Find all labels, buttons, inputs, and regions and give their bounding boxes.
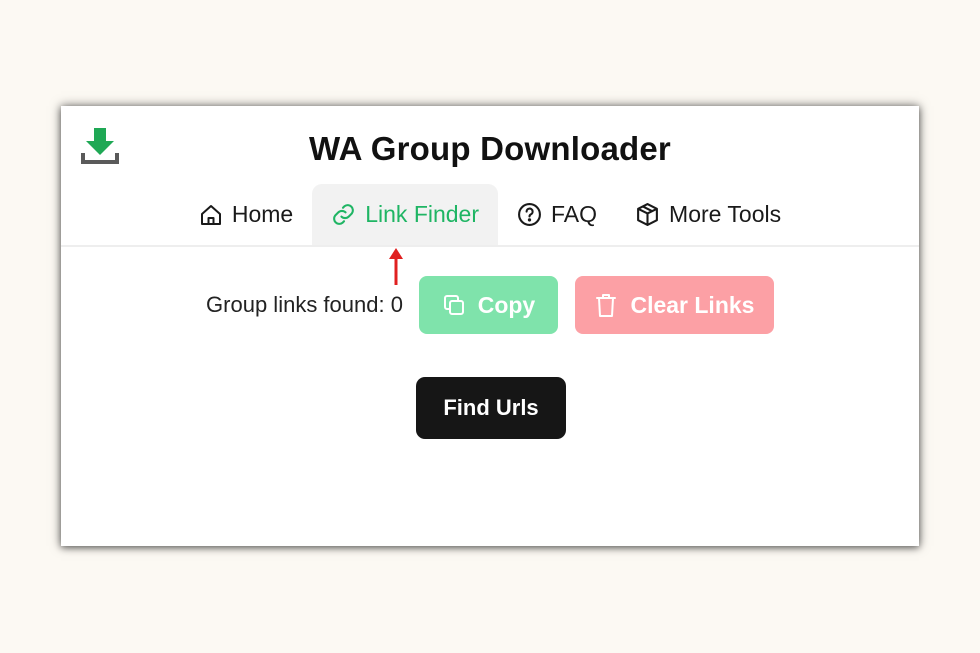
tab-faq-label: FAQ (551, 201, 598, 227)
app-title: WA Group Downloader (309, 130, 671, 167)
find-urls-button[interactable]: Find Urls (416, 377, 566, 439)
nav-bar: Home Link Finder FAQ More Tools (61, 184, 919, 245)
tab-link-finder[interactable]: Link Finder (312, 184, 499, 245)
box-icon (637, 203, 658, 226)
app-window: WA Group Downloader Home Link Finder FAQ (61, 106, 919, 546)
nav-divider (61, 245, 919, 247)
copy-button-label: Copy (477, 291, 536, 318)
link-icon (333, 204, 355, 225)
tab-link-finder-label: Link Finder (365, 201, 480, 227)
tab-home-label: Home (231, 201, 294, 227)
tab-faq[interactable]: FAQ (498, 184, 616, 245)
action-row: Group links found: 0 Copy Clear Links (61, 276, 919, 334)
tab-home[interactable]: Home (180, 184, 312, 245)
copy-button[interactable]: Copy (418, 276, 558, 334)
trash-icon (596, 294, 617, 317)
tab-more-tools[interactable]: More Tools (616, 184, 800, 245)
home-icon (200, 204, 221, 225)
copy-icon (443, 295, 464, 315)
clear-links-button-label: Clear Links (630, 291, 755, 318)
links-found-count: Group links found: 0 (206, 292, 403, 317)
clear-links-button[interactable]: Clear Links (574, 276, 774, 334)
tab-more-tools-label: More Tools (669, 201, 782, 227)
question-circle-icon (518, 203, 541, 226)
